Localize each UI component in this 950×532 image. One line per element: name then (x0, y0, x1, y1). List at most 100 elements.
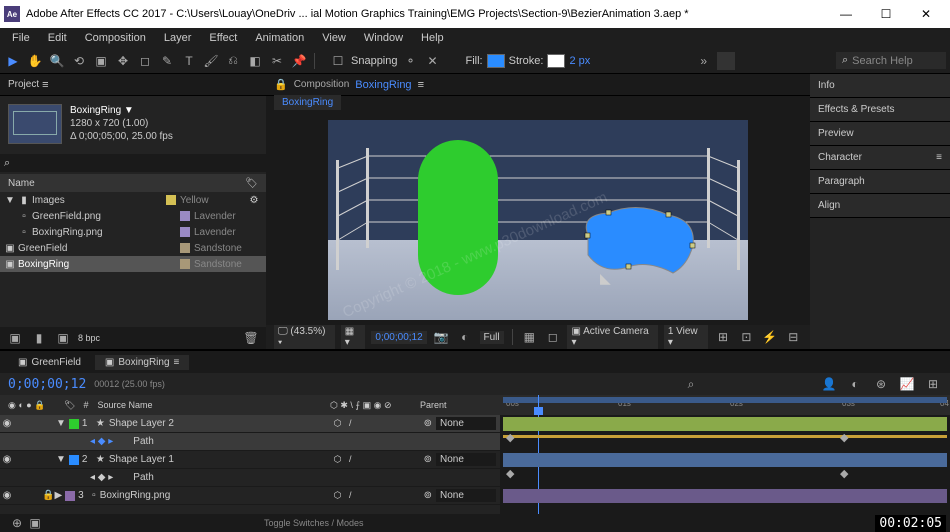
layer-color[interactable] (69, 419, 79, 429)
lock-icon[interactable]: 🔒 (274, 78, 288, 91)
tree-item[interactable]: ▫ GreenField.png Lavender (0, 208, 266, 224)
layer-row[interactable]: ◉ 🔒 ▶ 3 ▫ BoxingRing.png ⬡ / ⊚ None (0, 487, 500, 505)
twirl-icon[interactable]: ▼ (56, 418, 66, 429)
comp-canvas[interactable]: ◣ (328, 120, 748, 320)
project-search[interactable]: ⌕ (0, 154, 266, 172)
camera-dropdown[interactable]: ▣ Active Camera ▾ (567, 325, 657, 349)
tree-folder-images[interactable]: ▼▮ Images Yellow ⚙ (0, 192, 266, 208)
label-swatch[interactable] (180, 211, 190, 221)
menu-animation[interactable]: Animation (247, 30, 312, 46)
layer-color[interactable] (65, 491, 75, 501)
help-search[interactable]: ⌕ Search Help (836, 52, 946, 69)
twirl-icon[interactable]: ▶ (54, 490, 62, 501)
trash-icon[interactable]: 🗑 (242, 329, 260, 347)
keyframe-icon[interactable]: ◆ (840, 431, 848, 444)
label-swatch[interactable] (166, 195, 176, 205)
tree-comp[interactable]: ▣ GreenField Sandstone (0, 240, 266, 256)
layer-opts-icon[interactable]: ⊞ (924, 375, 942, 393)
time-ruler[interactable]: 00s 01s 02s 03s 04 (500, 395, 950, 415)
layer-row[interactable]: ◉ ▼ 2 ★ Shape Layer 1 ⬡ / ⊚ None (0, 451, 500, 469)
layer-bar[interactable] (503, 453, 947, 467)
pixel-ratio-icon[interactable]: ⊡ (738, 328, 755, 346)
menu-edit[interactable]: Edit (40, 30, 75, 46)
close-button[interactable]: ✕ (906, 0, 946, 28)
panel-character[interactable]: Character≡ (810, 146, 950, 170)
fill-label[interactable]: Fill: (466, 55, 483, 67)
graph-icon[interactable]: 📈 (898, 375, 916, 393)
render-icon[interactable]: ▣ (26, 514, 44, 532)
anchor-tool-icon[interactable]: ✥ (114, 52, 132, 70)
label-swatch[interactable] (180, 227, 190, 237)
resolution-dropdown[interactable]: ▦ ▾ (341, 325, 366, 349)
tab-menu-icon[interactable]: ≡ (418, 79, 424, 91)
bpc-label[interactable]: 8 bpc (78, 333, 100, 343)
col-parent[interactable]: Parent (416, 400, 496, 410)
layer-bar[interactable] (503, 417, 947, 431)
selection-tool-icon[interactable]: ▶ (4, 52, 22, 70)
fill-swatch[interactable] (487, 54, 505, 68)
eraser-tool-icon[interactable]: ◧ (246, 52, 264, 70)
menu-layer[interactable]: Layer (156, 30, 200, 46)
twirl-icon[interactable]: ▼ (4, 195, 16, 206)
menu-window[interactable]: Window (356, 30, 411, 46)
interpret-icon[interactable]: ▣ (6, 329, 24, 347)
comp-crumb-name[interactable]: BoxingRing (355, 79, 411, 91)
col-av[interactable]: 🏷 (60, 400, 79, 411)
layer-name[interactable]: Shape Layer 1 (105, 454, 334, 465)
twirl-icon[interactable]: ▼ (56, 454, 66, 465)
col-label-icon[interactable]: 🏷 (245, 178, 258, 189)
gear-icon[interactable]: ⚙ (248, 195, 260, 206)
chevrons-icon[interactable]: » (695, 52, 713, 70)
pen-tool-icon[interactable]: ✎ (158, 52, 176, 70)
layer-name[interactable]: Shape Layer 2 (105, 418, 334, 429)
hand-tool-icon[interactable]: ✋ (26, 52, 44, 70)
lock-icon[interactable]: 🔒 (42, 490, 54, 501)
keyframe-icon[interactable]: ◆ (506, 467, 514, 480)
col-name[interactable]: Name (8, 178, 245, 189)
toggle-switches-modes[interactable]: Toggle Switches / Modes (264, 518, 364, 528)
zoom-tool-icon[interactable]: 🔍 (48, 52, 66, 70)
work-area[interactable] (503, 397, 947, 403)
time-display[interactable]: 0;00;00;12 (371, 331, 426, 344)
channel-icon[interactable]: ◐ (456, 328, 473, 346)
panel-paragraph[interactable]: Paragraph (810, 170, 950, 194)
panel-effects-presets[interactable]: Effects & Presets (810, 98, 950, 122)
timeline-tab-active[interactable]: ▣ BoxingRing ≡ (95, 355, 189, 370)
camera-tool-icon[interactable]: ▣ (92, 52, 110, 70)
clone-tool-icon[interactable]: ⎌ (224, 52, 242, 70)
new-comp-icon[interactable]: ▣ (54, 329, 72, 347)
keyframe-nav-icon[interactable]: ◂ ◆ ▸ (90, 472, 113, 483)
keyframe-nav-icon[interactable]: ◂ ◆ ▸ (90, 436, 113, 447)
tree-item[interactable]: ▫ BoxingRing.png Lavender (0, 224, 266, 240)
parent-pick-icon[interactable]: ⊚ (424, 490, 432, 501)
visibility-icon[interactable]: ◉ (0, 418, 14, 429)
parent-pick-icon[interactable]: ⊚ (424, 454, 432, 465)
col-source-name[interactable]: Source Name (93, 400, 326, 410)
maximize-button[interactable]: ☐ (866, 0, 906, 28)
timeline-icon[interactable]: ⊟ (785, 328, 802, 346)
layer-bar[interactable] (503, 489, 947, 503)
timeline-tab[interactable]: ▣ GreenField (8, 355, 91, 370)
mask-icon[interactable]: ◻ (544, 328, 561, 346)
minimize-button[interactable]: — (826, 0, 866, 28)
comp-viewer[interactable]: ◣ (266, 114, 810, 325)
brush-tool-icon[interactable]: 🖌 (202, 52, 220, 70)
layer-color[interactable] (69, 455, 79, 465)
visibility-icon[interactable]: ◉ (0, 454, 14, 465)
flow-tab-item[interactable]: BoxingRing (274, 95, 341, 110)
layer-name[interactable]: BoxingRing.png (96, 490, 334, 501)
motion-blur-icon[interactable]: ⊛ (872, 375, 890, 393)
roto-tool-icon[interactable]: ✂ (268, 52, 286, 70)
panel-info[interactable]: Info (810, 74, 950, 98)
comp-name[interactable]: BoxingRing ▼ (70, 104, 173, 117)
parent-pick-icon[interactable]: ⊚ (424, 418, 432, 429)
search-layer-icon[interactable]: ⌕ (682, 375, 700, 393)
stroke-swatch[interactable] (547, 54, 565, 68)
timecode[interactable]: 0;00;00;12 (8, 377, 86, 392)
zoom-dropdown[interactable]: 🖵 (43.5%) ▾ (274, 325, 335, 349)
shape-tool-icon[interactable]: ◻ (136, 52, 154, 70)
res-menu[interactable]: Full (480, 331, 504, 344)
grid-icon[interactable]: ▦ (521, 328, 538, 346)
project-tree[interactable]: ▼▮ Images Yellow ⚙ ▫ GreenField.png Lave… (0, 192, 266, 327)
panel-align[interactable]: Align (810, 194, 950, 218)
